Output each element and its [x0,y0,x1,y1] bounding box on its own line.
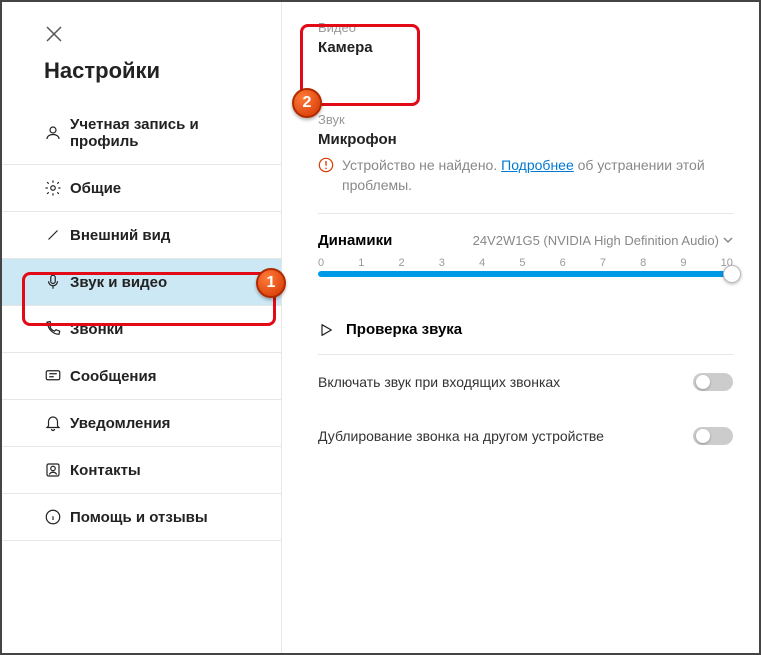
audio-section: Звук Микрофон Устройство не найдено. Под… [318,112,733,463]
phone-icon [44,320,70,338]
sidebar-item-general[interactable]: Общие [2,165,281,212]
chevron-down-icon [723,233,733,248]
sidebar-item-appearance[interactable]: Внешний вид [2,212,281,259]
message-icon [44,367,70,385]
sidebar-item-label: Внешний вид [70,227,170,244]
info-icon [44,508,70,526]
sidebar-item-label: Сообщения [70,368,156,385]
sidebar-item-label: Уведомления [70,415,170,432]
sidebar-item-label: Звук и видео [70,274,167,291]
sidebar-item-account[interactable]: Учетная запись и профиль [2,102,281,165]
annotation-badge-2: 2 [292,88,322,118]
speakers-row: Динамики 24V2W1G5 (NVIDIA High Definitio… [318,213,733,249]
speakers-title: Динамики [318,232,392,249]
test-audio-button[interactable]: Проверка звука [318,305,733,355]
sidebar-item-help[interactable]: Помощь и отзывы [2,494,281,541]
sidebar-item-label: Помощь и отзывы [70,509,208,526]
device-not-found-warning: Устройство не найдено. Подробнее об устр… [318,156,733,195]
video-section: Видео Камера [318,20,733,56]
speakers-device-select[interactable]: 24V2W1G5 (NVIDIA High Definition Audio) [473,233,733,248]
annotation-badge-1: 1 [256,268,286,298]
sidebar-menu: Учетная запись и профиль Общие Внешний в… [2,102,281,541]
bell-icon [44,414,70,432]
wand-icon [44,226,70,244]
toggle-duplicate-ring: Дублирование звонка на другом устройстве [318,409,733,463]
sidebar-item-label: Звонки [70,321,123,338]
slider-ticks: 0 1 2 3 4 5 6 7 8 9 10 [318,257,733,269]
test-audio-label: Проверка звука [346,321,462,338]
contacts-icon [44,461,70,479]
sidebar-item-label: Контакты [70,462,141,479]
microphone-title: Микрофон [318,131,733,148]
toggle-incoming-switch[interactable] [693,373,733,391]
sidebar-item-audio-video[interactable]: Звук и видео [2,259,281,306]
sidebar-item-label: Общие [70,180,121,197]
volume-slider[interactable] [318,271,733,277]
gear-icon [44,179,70,197]
mic-icon [44,273,70,291]
close-icon[interactable] [34,14,74,54]
play-icon [318,322,334,338]
audio-section-label: Звук [318,112,733,127]
person-icon [44,124,70,142]
camera-title: Камера [318,39,733,56]
sidebar-item-contacts[interactable]: Контакты [2,447,281,494]
sidebar-item-messages[interactable]: Сообщения [2,353,281,400]
volume-slider-block: 0 1 2 3 4 5 6 7 8 9 10 [318,257,733,277]
page-title: Настройки [2,54,281,102]
toggle-incoming-sound: Включать звук при входящих звонках [318,355,733,409]
learn-more-link[interactable]: Подробнее [501,157,574,173]
video-section-label: Видео [318,20,733,35]
sidebar-item-label: Учетная запись и профиль [70,116,199,150]
slider-thumb[interactable] [723,265,741,283]
warning-text: Устройство не найдено. Подробнее об устр… [342,156,733,195]
warning-icon [318,157,334,180]
content-pane: Видео Камера Звук Микрофон Устройство не… [282,2,759,653]
toggle-duplicate-switch[interactable] [693,427,733,445]
sidebar: Настройки Учетная запись и профиль Общие… [2,2,282,653]
sidebar-item-notifications[interactable]: Уведомления [2,400,281,447]
sidebar-item-calls[interactable]: Звонки [2,306,281,353]
toggle-label: Включать звук при входящих звонках [318,374,560,390]
toggle-label: Дублирование звонка на другом устройстве [318,428,604,444]
